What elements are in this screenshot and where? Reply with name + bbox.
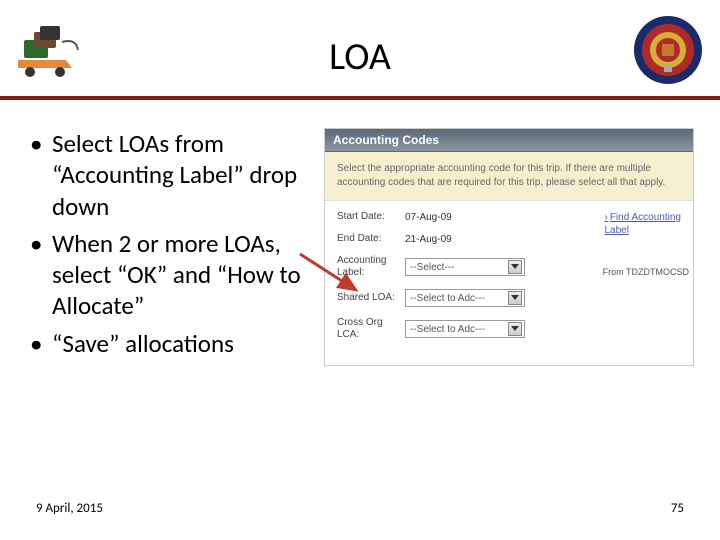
cross-org-label: Cross Org LCA: — [337, 317, 405, 341]
cross-org-select[interactable]: --Select to Adc--- — [405, 320, 525, 338]
accounting-codes-panel: Accounting Codes Select the appropriate … — [324, 128, 694, 366]
chevron-down-icon — [508, 291, 522, 305]
chevron-down-icon — [508, 322, 522, 336]
bullet-item: When 2 or more LOAs, select “OK” and “Ho… — [24, 228, 324, 322]
shared-loa-select[interactable]: --Select to Adc--- — [405, 289, 525, 307]
end-date-label: End Date: — [337, 233, 405, 245]
panel-title: Accounting Codes — [325, 129, 693, 152]
bullet-item: “Save” allocations — [24, 328, 324, 359]
accounting-label-label: Accounting Label: — [337, 255, 405, 279]
start-date-value: 07-Aug-09 — [405, 212, 452, 223]
from-source: From TDZDTMOCSD — [603, 267, 689, 277]
shared-loa-label: Shared LOA: — [337, 292, 405, 304]
end-date-value: 21-Aug-09 — [405, 234, 452, 245]
chevron-down-icon — [508, 260, 522, 274]
find-accounting-label-link[interactable]: ›Find Accounting Label — [604, 211, 681, 237]
caret-right-icon: › — [604, 212, 607, 223]
footer-date: 9 April, 2015 — [36, 501, 103, 516]
accounting-label-select[interactable]: --Select--- — [405, 258, 525, 276]
start-date-label: Start Date: — [337, 211, 405, 223]
page-title: LOA — [0, 34, 720, 80]
bullet-item: Select LOAs from “Accounting Label” drop… — [24, 128, 324, 222]
bullet-list: Select LOAs from “Accounting Label” drop… — [24, 128, 324, 366]
panel-instruction: Select the appropriate accounting code f… — [325, 152, 693, 201]
footer-page-number: 75 — [671, 501, 684, 516]
navy-seal-icon — [632, 14, 704, 86]
